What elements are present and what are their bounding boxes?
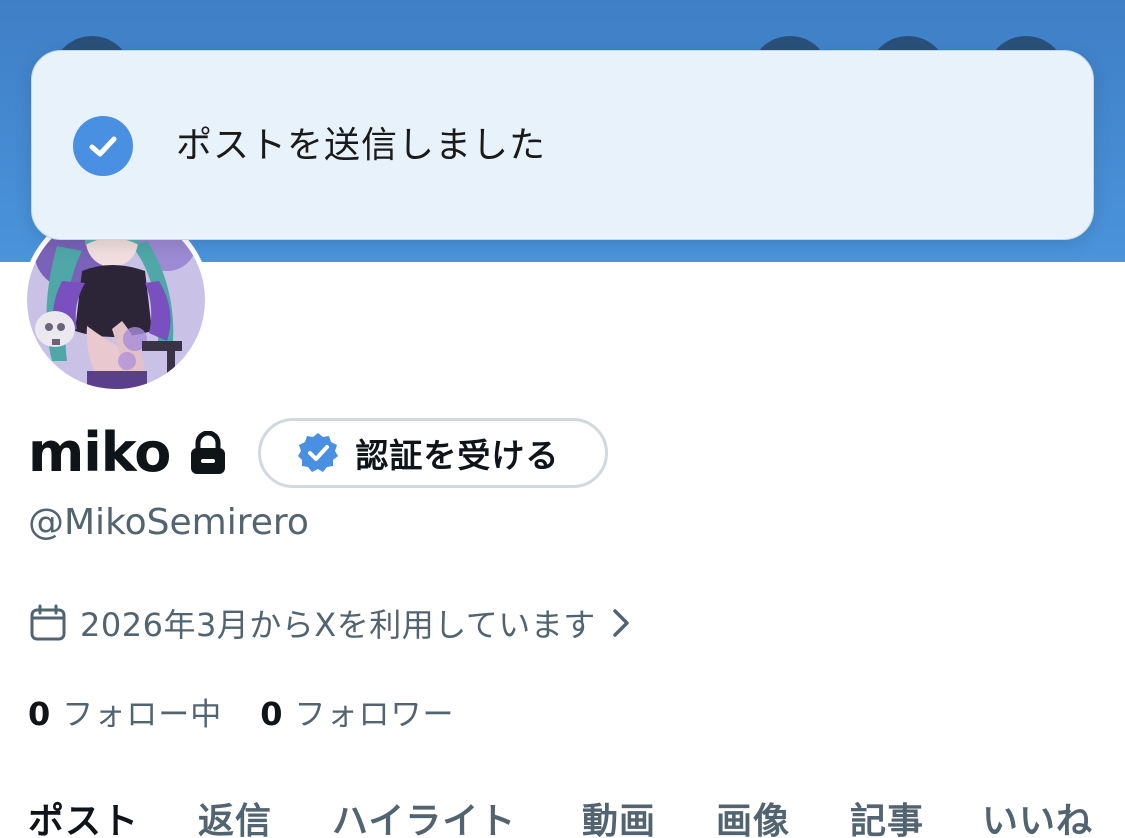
followers-label: フォロワー [294,696,455,733]
joined-date-text: 2026年3月からXを利用しています [80,606,596,644]
tab-videos[interactable]: 動画 [582,792,656,838]
tab-posts[interactable]: ポスト [28,792,139,838]
following-count: 0 [28,694,51,733]
tab-highlights[interactable]: ハイライト [332,792,516,838]
joined-date-row[interactable]: 2026年3月からXを利用しています [28,600,632,646]
get-verified-button[interactable]: 認証を受ける [258,418,609,488]
check-circle-icon [73,116,133,176]
tab-articles[interactable]: 記事 [850,792,924,838]
tab-photos[interactable]: 画像 [716,792,790,838]
follow-stats: 0 フォロー中 0 フォロワー [28,688,493,734]
profile-name-row: miko 認証を受ける [28,418,609,488]
lock-icon [191,431,226,474]
display-name: miko [28,421,171,484]
chevron-right-icon [613,609,629,637]
toast-notification[interactable]: ポストを送信しました [31,50,1094,240]
followers-link[interactable]: 0 フォロワー [260,689,454,734]
calendar-icon [30,604,66,641]
tab-replies[interactable]: 返信 [198,792,272,838]
following-link[interactable]: 0 フォロー中 [28,689,222,734]
profile-handle: @MikoSemirero [28,502,309,543]
followers-count: 0 [260,694,283,733]
verified-badge-icon [298,433,339,472]
profile-tabs: ポスト 返信 ハイライト 動画 画像 記事 いいね [0,786,1125,838]
toast-message: ポストを送信しました [176,125,547,166]
tab-likes[interactable]: いいね [982,792,1093,838]
get-verified-label: 認証を受ける [355,436,560,475]
following-label: フォロー中 [62,696,223,733]
